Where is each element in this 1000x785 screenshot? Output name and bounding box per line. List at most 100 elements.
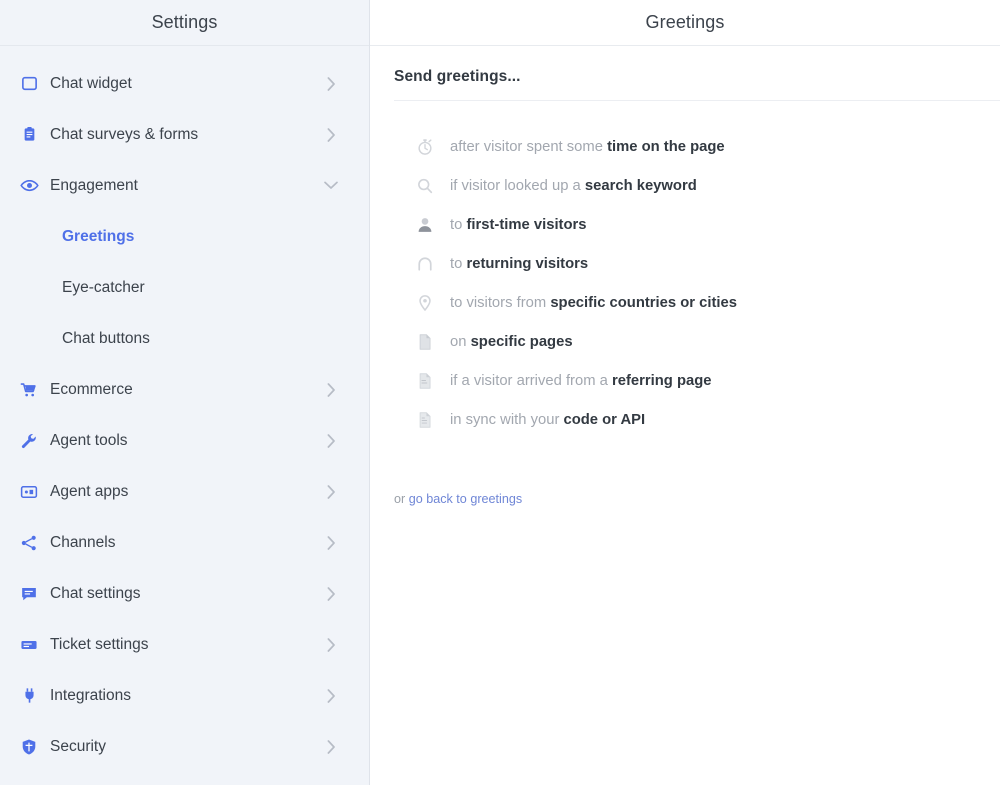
sidebar-subitem-label: Greetings <box>62 228 134 246</box>
option-strong: referring page <box>612 373 712 389</box>
option-label: after visitor spent some time on the pag… <box>450 139 725 155</box>
chevron-right-icon[interactable] <box>323 535 339 551</box>
user-icon <box>414 214 436 236</box>
page-title: Greetings <box>370 0 1000 46</box>
wrench-icon <box>18 430 40 452</box>
chevron-right-icon[interactable] <box>323 76 339 92</box>
option-specific-pages[interactable]: on specific pages <box>394 322 1000 361</box>
referring-page-icon <box>414 370 436 392</box>
option-label: to returning visitors <box>450 256 588 272</box>
sidebar-subitem-chat-buttons[interactable]: Chat buttons <box>0 313 369 364</box>
option-prefix: in sync with your <box>450 412 563 428</box>
sidebar-title: Settings <box>0 0 369 46</box>
chat-bubble-icon <box>18 583 40 605</box>
share-nodes-icon <box>18 532 40 554</box>
option-prefix: to visitors from <box>450 295 550 311</box>
shield-icon <box>18 736 40 758</box>
option-prefix: after visitor spent some <box>450 139 607 155</box>
option-code-or-api[interactable]: in sync with your code or API <box>394 400 1000 439</box>
sidebar-item-label: Engagement <box>50 177 323 195</box>
option-strong: code or API <box>563 412 645 428</box>
option-label: to first-time visitors <box>450 217 587 233</box>
stopwatch-icon <box>414 136 436 158</box>
clipboard-icon <box>18 124 40 146</box>
sidebar-item-label: Security <box>50 738 323 756</box>
chevron-right-icon[interactable] <box>323 433 339 449</box>
code-page-icon <box>414 409 436 431</box>
option-prefix: to <box>450 217 466 233</box>
option-referring-page[interactable]: if a visitor arrived from a referring pa… <box>394 361 1000 400</box>
chevron-right-icon[interactable] <box>323 688 339 704</box>
option-first-time-visitors[interactable]: to first-time visitors <box>394 205 1000 244</box>
greeting-options-list: after visitor spent some time on the pag… <box>394 101 1000 439</box>
option-label: if a visitor arrived from a referring pa… <box>450 373 712 389</box>
sidebar-item-label: Agent tools <box>50 432 323 450</box>
option-prefix: if a visitor arrived from a <box>450 373 612 389</box>
sidebar-item-engagement[interactable]: Engagement <box>0 160 369 211</box>
sidebar-subitem-label: Eye-catcher <box>62 279 145 297</box>
option-strong: search keyword <box>585 178 697 194</box>
plug-icon <box>18 685 40 707</box>
option-strong: returning visitors <box>466 256 588 272</box>
sidebar-item-label: Chat widget <box>50 75 323 93</box>
sidebar-item-chat-widget[interactable]: Chat widget <box>0 58 369 109</box>
chevron-right-icon[interactable] <box>323 637 339 653</box>
chevron-down-icon[interactable] <box>323 178 339 194</box>
section-title: Send greetings... <box>394 68 1000 86</box>
chevron-right-icon[interactable] <box>323 484 339 500</box>
option-strong: first-time visitors <box>466 217 586 233</box>
sidebar-item-ecommerce[interactable]: Ecommerce <box>0 364 369 415</box>
option-prefix: to <box>450 256 466 272</box>
sidebar-item-agent-tools[interactable]: Agent tools <box>0 415 369 466</box>
option-search-keyword[interactable]: if visitor looked up a search keyword <box>394 166 1000 205</box>
sidebar-item-channels[interactable]: Channels <box>0 517 369 568</box>
sidebar-subitem-greetings[interactable]: Greetings <box>0 211 369 262</box>
option-prefix: on <box>450 334 471 350</box>
main-content: Greetings Send greetings... <box>370 0 1000 785</box>
shopping-cart-icon <box>18 379 40 401</box>
sidebar-item-label: Agent apps <box>50 483 323 501</box>
sidebar-item-label: Ecommerce <box>50 381 323 399</box>
settings-sidebar: Settings Chat widget <box>0 0 370 785</box>
page-icon <box>414 331 436 353</box>
go-back-to-greetings-link[interactable]: go back to greetings <box>409 492 522 506</box>
option-strong: time on the page <box>607 139 725 155</box>
sidebar-item-label: Ticket settings <box>50 636 323 654</box>
greetings-body: Send greetings... af <box>370 46 1000 785</box>
option-label: in sync with your code or API <box>450 412 645 428</box>
chevron-right-icon[interactable] <box>323 739 339 755</box>
sidebar-item-chat-settings[interactable]: Chat settings <box>0 568 369 619</box>
sidebar-item-ticket-settings[interactable]: Ticket settings <box>0 619 369 670</box>
chevron-right-icon[interactable] <box>323 382 339 398</box>
chevron-right-icon[interactable] <box>323 127 339 143</box>
sidebar-item-integrations[interactable]: Integrations <box>0 670 369 721</box>
sidebar-item-security[interactable]: Security <box>0 721 369 772</box>
option-strong: specific countries or cities <box>550 295 737 311</box>
option-returning-visitors[interactable]: to returning visitors <box>394 244 1000 283</box>
sidebar-item-label: Integrations <box>50 687 323 705</box>
sidebar-nav: Chat widget Chat surveys & forms <box>0 46 369 785</box>
returning-user-icon <box>414 253 436 275</box>
sidebar-item-label: Chat surveys & forms <box>50 126 323 144</box>
back-to-greetings-row: or go back to greetings <box>394 439 1000 506</box>
chat-widget-icon <box>18 73 40 95</box>
sidebar-item-agent-apps[interactable]: Agent apps <box>0 466 369 517</box>
option-label: to visitors from specific countries or c… <box>450 295 737 311</box>
sidebar-subitem-label: Chat buttons <box>62 330 150 348</box>
option-specific-countries-cities[interactable]: to visitors from specific countries or c… <box>394 283 1000 322</box>
location-pin-icon <box>414 292 436 314</box>
chevron-right-icon[interactable] <box>323 586 339 602</box>
app-window-icon <box>18 481 40 503</box>
sidebar-item-chat-surveys-forms[interactable]: Chat surveys & forms <box>0 109 369 160</box>
option-label: if visitor looked up a search keyword <box>450 178 697 194</box>
section-header: Send greetings... <box>394 46 1000 101</box>
option-strong: specific pages <box>471 334 573 350</box>
ticket-icon <box>18 634 40 656</box>
magnifier-icon <box>414 175 436 197</box>
option-prefix: if visitor looked up a <box>450 178 585 194</box>
option-time-on-page[interactable]: after visitor spent some time on the pag… <box>394 127 1000 166</box>
eye-icon <box>18 175 40 197</box>
settings-page: Settings Chat widget <box>0 0 1000 785</box>
sidebar-subitem-eye-catcher[interactable]: Eye-catcher <box>0 262 369 313</box>
sidebar-item-label: Channels <box>50 534 323 552</box>
